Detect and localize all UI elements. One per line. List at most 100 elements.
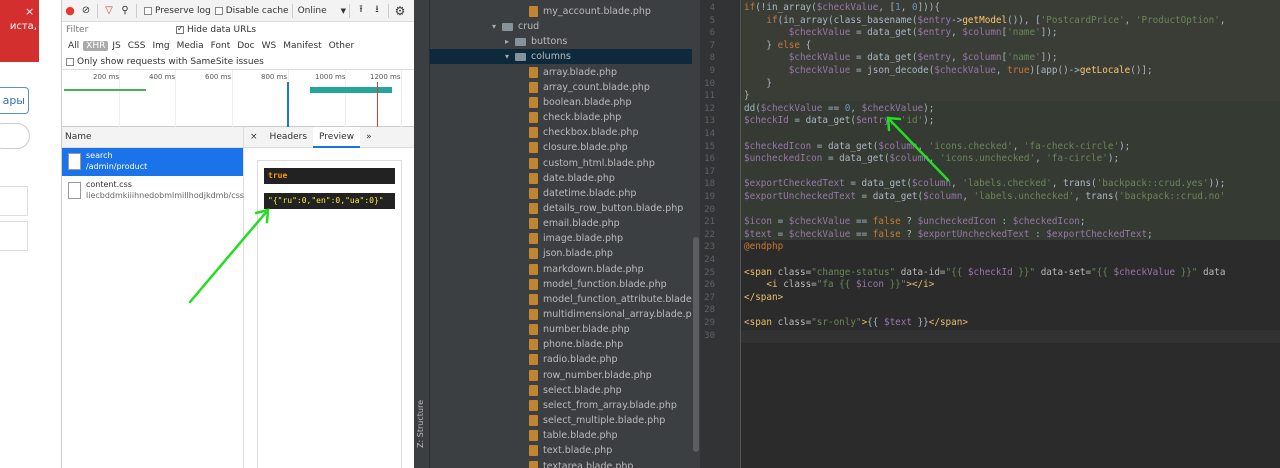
type-filter-css[interactable]: CSS — [125, 41, 149, 51]
line-number: 14 — [704, 129, 715, 139]
code-token: (!in_array( — [755, 2, 817, 13]
tree-folder[interactable]: ▸ buttons — [505, 34, 567, 49]
tree-file[interactable]: model_function.blade.php — [529, 277, 667, 292]
tab-headers[interactable]: Headers — [264, 127, 313, 148]
type-filter-other[interactable]: Other — [326, 41, 358, 51]
code-token: 'fa-circle' — [1046, 153, 1108, 165]
code-token: { — [799, 39, 812, 51]
code-token: dd( — [744, 102, 761, 114]
disable-cache-checkbox[interactable] — [214, 6, 223, 15]
close-icon[interactable]: × — [25, 5, 34, 18]
request-row-content-css[interactable]: content.css liecbddmkiiihnedobmlmillhodj… — [62, 177, 244, 205]
chevron-down-icon[interactable]: ▾ — [492, 19, 502, 34]
preserve-log-checkbox[interactable] — [144, 6, 152, 15]
line-number: 20 — [704, 204, 715, 215]
type-filter-font[interactable]: Font — [208, 41, 234, 51]
tree-file[interactable]: boolean.blade.php — [529, 95, 631, 110]
close-icon[interactable]: × — [244, 127, 264, 148]
tree-file[interactable]: select_multiple.blade.php — [529, 413, 665, 428]
structure-tool-button[interactable]: Z: Structure — [416, 400, 428, 448]
tree-file[interactable]: table.blade.php — [529, 428, 618, 443]
search-icon[interactable]: ⚲ — [117, 5, 133, 16]
tree-file[interactable]: details_row_button.blade.php — [529, 201, 683, 216]
file-icon — [529, 81, 538, 93]
code-token: -> — [951, 14, 963, 26]
preserve-log-label: Preserve log — [155, 5, 211, 16]
chevron-down-icon[interactable]: ▾ — [505, 49, 515, 64]
tree-file[interactable]: multidimensional_array.blade.php — [529, 307, 692, 322]
file-icon — [529, 430, 538, 442]
tree-file[interactable]: check.blade.php — [529, 110, 621, 125]
type-filter-xhr[interactable]: XHR — [83, 41, 109, 51]
tree-file[interactable]: radio.blade.php — [529, 352, 618, 367]
timeline-tick: 200 ms — [93, 73, 120, 81]
samesite-checkbox[interactable] — [66, 57, 74, 66]
code-token: getModel — [962, 14, 1008, 26]
page-input[interactable] — [0, 123, 30, 149]
tree-file[interactable]: select_from_array.blade.php — [529, 398, 677, 413]
more-tabs-icon[interactable]: » — [360, 127, 378, 148]
tree-file[interactable]: closure.blade.php — [529, 140, 628, 155]
download-icon[interactable]: ⭳ — [369, 2, 385, 19]
tree-item-label: boolean.blade.php — [543, 96, 632, 108]
tree-file[interactable]: text.blade.php — [529, 443, 612, 458]
type-filter-ws[interactable]: WS — [259, 41, 280, 51]
network-timeline[interactable]: 200 ms 400 ms 600 ms 800 ms 1000 ms 1200… — [62, 70, 414, 127]
type-filter-doc[interactable]: Doc — [234, 41, 257, 51]
tree-file[interactable]: custom_html.blade.php — [529, 156, 655, 171]
tree-file[interactable]: row_number.blade.php — [529, 368, 652, 383]
file-icon — [529, 187, 538, 199]
type-filter-js[interactable]: JS — [109, 41, 123, 51]
page-button[interactable]: ары — [0, 87, 29, 114]
tree-file[interactable]: array_count.blade.php — [529, 80, 650, 95]
code-token: ]); — [1040, 27, 1058, 39]
record-icon[interactable]: ● — [62, 4, 78, 17]
code-token: $column — [911, 178, 952, 190]
timeline-tick: 1000 ms — [315, 73, 346, 81]
filter-icon[interactable]: ▽ — [101, 5, 117, 16]
preview-line: true — [264, 168, 395, 184]
chevron-down-icon[interactable]: ▼ — [341, 7, 346, 15]
tree-folder[interactable]: ▾ crud — [492, 19, 539, 34]
name-column-header[interactable]: Name — [62, 127, 244, 148]
tree-file[interactable]: checkbox.blade.php — [529, 125, 638, 140]
tree-file[interactable]: json.blade.php — [529, 246, 613, 261]
upload-icon[interactable]: ⭱ — [353, 2, 369, 19]
tree-file[interactable]: my_account.blade.php — [529, 4, 651, 19]
tree-file[interactable]: select.blade.php — [529, 383, 622, 398]
type-filter-all[interactable]: All — [65, 41, 82, 51]
code-token: 'icons.unchecked' — [939, 153, 1036, 165]
throttle-select[interactable]: Online — [298, 6, 327, 16]
alert-box: × иста, — [0, 0, 39, 62]
tree-file[interactable]: number.blade.php — [529, 322, 630, 337]
code-token: ()]; — [1130, 65, 1153, 76]
tree-file[interactable]: markdown.blade.php — [529, 262, 644, 277]
tree-file[interactable]: array.blade.php — [529, 65, 617, 80]
chevron-right-icon[interactable]: ▸ — [505, 34, 515, 49]
code-editor[interactable]: if(!in_array($checkValue, [1, 0])){ if(i… — [741, 0, 1280, 468]
gear-icon[interactable]: ⚙ — [392, 4, 408, 18]
code-token: 'labels.checked' — [962, 178, 1052, 190]
tree-file[interactable]: date.blade.php — [529, 171, 615, 186]
tree-file[interactable]: datetime.blade.php — [529, 186, 636, 201]
tree-file[interactable]: textarea.blade.php — [529, 459, 633, 468]
tree-file[interactable]: model_function_attribute.blade.php — [529, 292, 692, 307]
code-token: $uncheckedIcon — [744, 153, 823, 165]
code-token: $exportUncheckedText — [917, 228, 1030, 240]
hide-data-urls-checkbox[interactable] — [176, 24, 184, 34]
code-line: } — [744, 78, 772, 91]
type-filter-media[interactable]: Media — [174, 41, 207, 51]
tab-preview[interactable]: Preview — [313, 126, 361, 148]
code-token: $checkId — [744, 115, 789, 127]
tree-file[interactable]: phone.blade.php — [529, 337, 623, 352]
filter-input[interactable] — [62, 23, 172, 37]
tree-folder[interactable]: ▾ columns — [505, 49, 571, 64]
file-icon — [529, 142, 538, 154]
request-row-search[interactable]: search /admin/product — [62, 148, 244, 176]
clear-icon[interactable]: ⊘ — [78, 5, 94, 16]
type-filter-manifest[interactable]: Manifest — [280, 41, 324, 51]
tree-file[interactable]: image.blade.php — [529, 231, 623, 246]
file-icon — [529, 218, 538, 230]
tree-file[interactable]: email.blade.php — [529, 216, 620, 231]
type-filter-img[interactable]: Img — [149, 41, 172, 51]
